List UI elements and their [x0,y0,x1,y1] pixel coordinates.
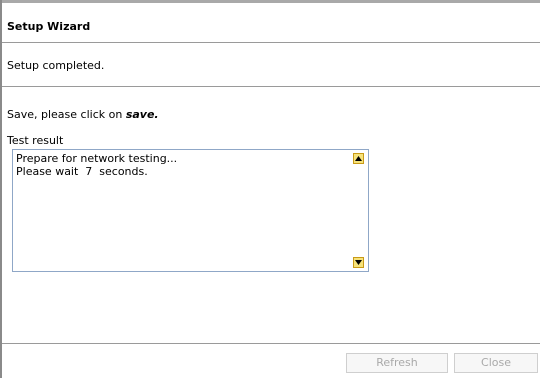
refresh-button[interactable]: Refresh [346,353,448,373]
save-instruction-prefix: Save, please click on [7,108,126,121]
save-instruction: Save, please click on save. [7,108,159,121]
triangle-down-icon [355,260,362,265]
test-result-textarea[interactable]: Prepare for network testing... Please wa… [12,149,369,272]
triangle-up-icon [355,156,362,161]
status-row: Setup completed. [2,43,540,87]
status-message: Setup completed. [7,59,105,72]
test-result-text: Prepare for network testing... Please wa… [16,152,178,178]
title-bar: Setup Wizard [2,3,540,43]
scroll-down-button[interactable] [353,257,364,268]
setup-wizard-panel: Setup Wizard Setup completed. Save, plea… [0,0,540,378]
close-button[interactable]: Close [454,353,538,373]
save-keyword: save. [125,108,159,121]
window-title: Setup Wizard [7,20,91,33]
scroll-up-button[interactable] [353,153,364,164]
test-result-label: Test result [7,134,64,147]
footer-rule [2,343,540,344]
